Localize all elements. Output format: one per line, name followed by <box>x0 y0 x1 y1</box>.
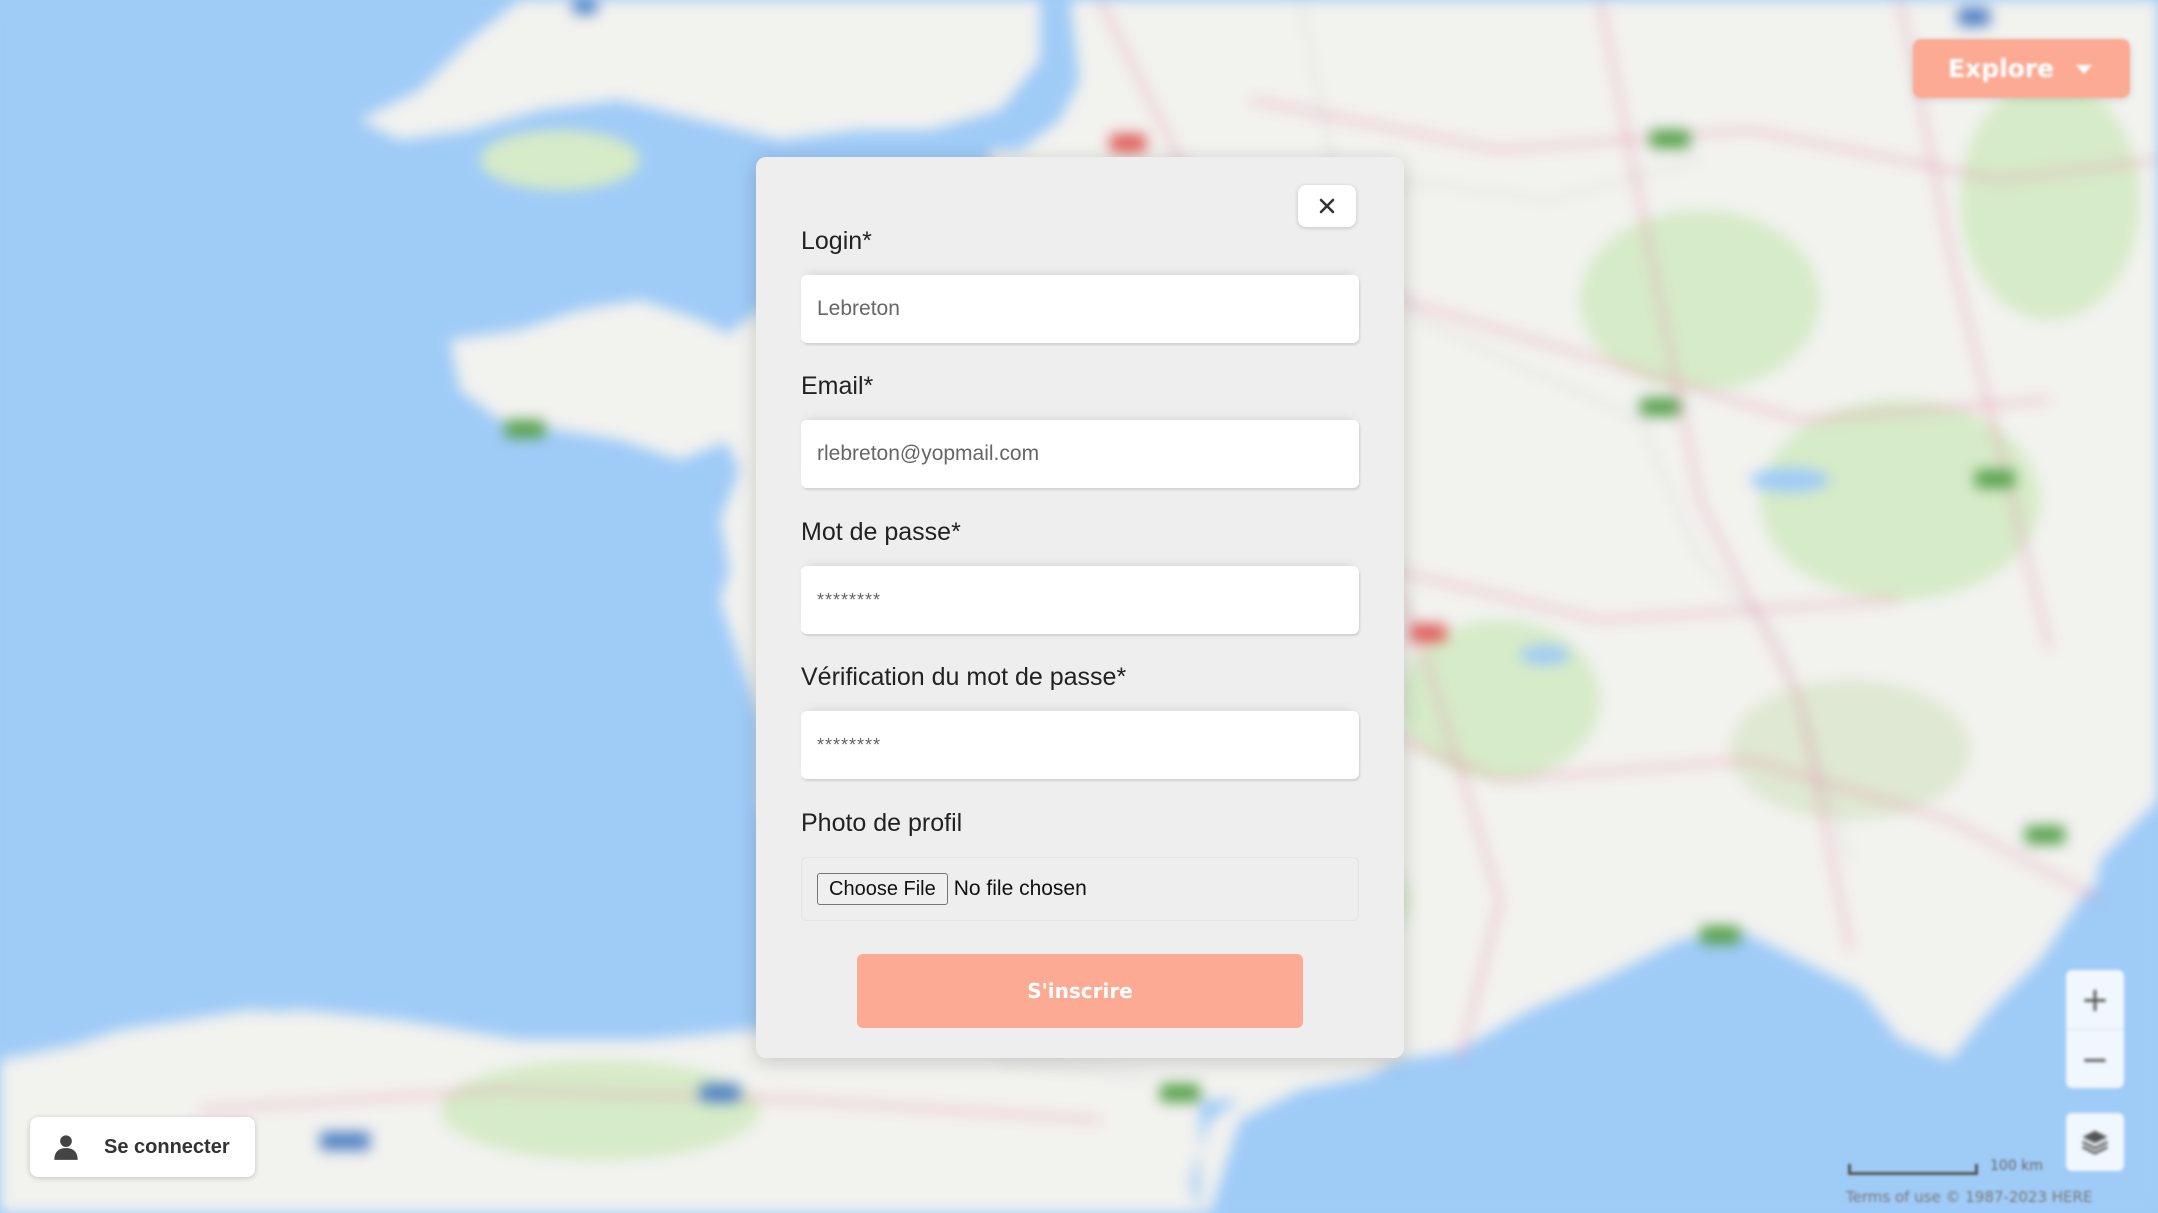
user-icon <box>54 1135 78 1160</box>
app-screen: Explore + − 100 km Terms of use © 1987-2… <box>0 0 2158 1213</box>
layers-icon <box>2081 1130 2109 1155</box>
close-icon <box>1319 198 1335 214</box>
zoom-in-button[interactable]: + <box>2066 970 2124 1029</box>
login-button-label: Se connecter <box>104 1135 230 1158</box>
explore-button[interactable]: Explore <box>1913 39 2130 98</box>
login-button[interactable]: Se connecter <box>30 1117 255 1177</box>
zoom-out-button[interactable]: − <box>2066 1029 2124 1089</box>
map-scale-label: 100 km <box>1990 1158 2043 1174</box>
zoom-control: + − <box>2066 970 2124 1088</box>
login-input[interactable] <box>801 275 1359 343</box>
email-input[interactable] <box>801 420 1359 488</box>
password-confirm-input[interactable] <box>801 711 1359 779</box>
profile-photo-label: Photo de profil <box>801 809 963 837</box>
signup-modal: Login* Email* Mot de passe* Vérification… <box>756 157 1404 1058</box>
email-label: Email* <box>801 372 874 400</box>
password-input[interactable] <box>801 566 1359 634</box>
login-label: Login* <box>801 227 872 255</box>
caret-down-icon <box>2076 65 2092 74</box>
close-button[interactable] <box>1298 185 1356 227</box>
password-confirm-label: Vérification du mot de passe* <box>801 663 1127 691</box>
map-scale-bar <box>1848 1164 1978 1175</box>
explore-button-label: Explore <box>1948 54 2055 83</box>
choose-file-button[interactable]: Choose File <box>817 873 948 905</box>
password-label: Mot de passe* <box>801 518 961 546</box>
file-status-text: No file chosen <box>953 877 1087 900</box>
signup-submit-button[interactable]: S'inscrire <box>857 954 1303 1028</box>
layers-button[interactable] <box>2066 1113 2124 1171</box>
map-attribution[interactable]: Terms of use © 1987-2023 HERE <box>1846 1188 2092 1206</box>
profile-photo-file-input: Choose File No file chosen <box>801 857 1359 921</box>
